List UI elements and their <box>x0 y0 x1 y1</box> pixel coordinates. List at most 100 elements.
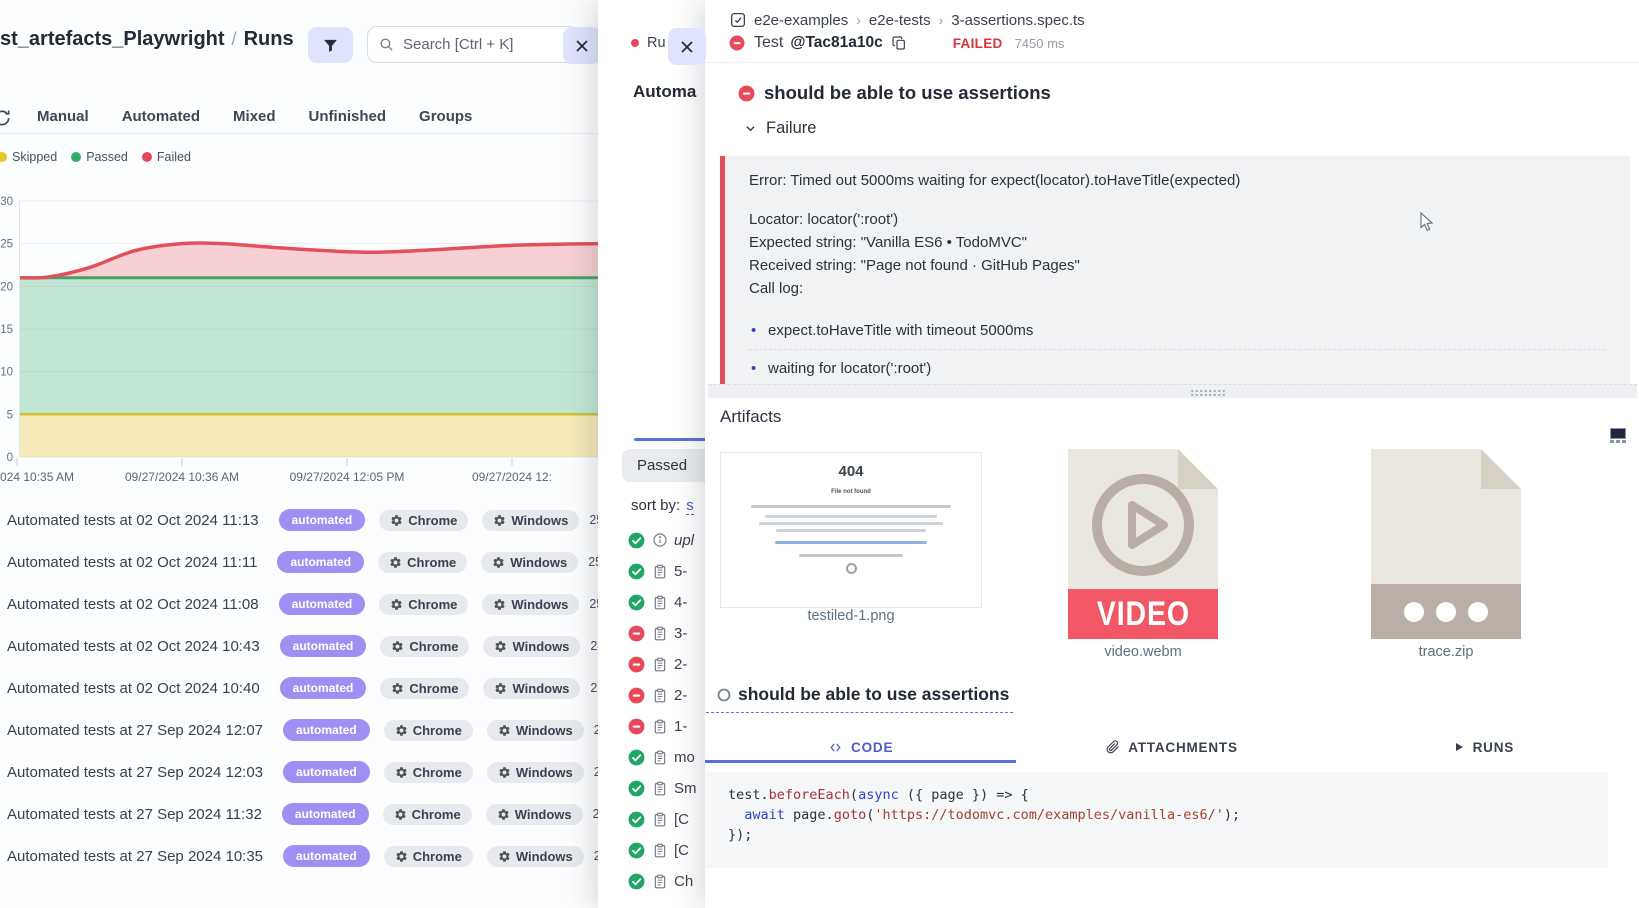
task-check-icon <box>729 11 747 29</box>
run-list-item[interactable]: Automated tests at 27 Sep 2024 12:07 aut… <box>0 713 598 747</box>
clipboard-icon <box>652 811 668 828</box>
clipboard-icon <box>652 625 668 642</box>
clipboard-icon <box>652 873 668 890</box>
breadcrumb-suite[interactable]: e2e-examples <box>754 12 848 29</box>
run-list-item[interactable]: Automated tests at 02 Oct 2024 11:11 aut… <box>0 545 598 579</box>
legend-item-passed[interactable]: Passed <box>71 150 128 164</box>
gallery-view-icon[interactable] <box>1610 428 1626 444</box>
passed-check-icon <box>628 873 645 890</box>
test-file-item[interactable]: 3- <box>628 621 687 645</box>
code-line: test.beforeEach(async ({ page }) => { <box>728 785 1608 805</box>
tab-code[interactable]: CODE <box>705 733 1016 761</box>
failure-section-toggle[interactable]: Failure <box>735 119 816 138</box>
thumb-404-subtitle: File not found <box>721 489 981 495</box>
sort-link[interactable]: s <box>686 497 694 515</box>
failed-minus-icon <box>628 656 645 673</box>
breadcrumb-sep-icon: › <box>939 12 944 28</box>
close-drawer-icon[interactable] <box>563 27 601 64</box>
failure-section-label: Failure <box>766 119 816 138</box>
test-file-item[interactable]: [C <box>628 807 689 831</box>
tab-automated[interactable]: Automated <box>122 108 200 125</box>
run-list-item[interactable]: Automated tests at 27 Sep 2024 12:03 aut… <box>0 755 598 789</box>
test-file-item[interactable]: upl <box>628 528 694 552</box>
env-chip-windows: Windows <box>483 678 580 699</box>
tab-mixed[interactable]: Mixed <box>233 108 276 125</box>
circle-outline-icon <box>717 688 731 702</box>
drag-handle-icon[interactable] <box>1190 389 1226 396</box>
refresh-icon[interactable] <box>0 108 12 133</box>
failed-minus-icon <box>628 718 645 735</box>
run-list-item[interactable]: Automated tests at 02 Oct 2024 11:08 aut… <box>0 587 598 621</box>
env-chip-chrome: Chrome <box>380 636 469 657</box>
file-label: 2- <box>674 656 687 673</box>
run-title: Automated tests at 27 Sep 2024 11:32 <box>7 806 262 823</box>
svg-text:10: 10 <box>0 367 13 379</box>
video-banner: VIDEO <box>1068 589 1218 639</box>
test-file-item[interactable]: 2- <box>628 652 687 676</box>
run-title: Automated tests at 02 Oct 2024 11:13 <box>7 512 259 529</box>
close-test-drawer-icon[interactable] <box>668 28 706 65</box>
env-chip-windows: Windows <box>482 510 579 531</box>
artifact-image-caption[interactable]: testiled-1.png <box>720 608 982 624</box>
test-file-item[interactable]: mo <box>628 745 695 769</box>
run-title: Automated tests at 02 Oct 2024 11:08 <box>7 596 259 613</box>
test-file-item[interactable]: Sm <box>628 776 697 800</box>
run-list-item[interactable]: Automated tests at 27 Sep 2024 11:32 aut… <box>0 797 598 831</box>
gear-icon <box>493 514 506 527</box>
passed-filter-button[interactable]: Passed <box>622 449 718 482</box>
tab-attachments[interactable]: ATTACHMENTS <box>1016 733 1327 761</box>
filter-button[interactable] <box>308 27 353 63</box>
artifact-trace-file[interactable] <box>1371 449 1521 639</box>
run-list-item[interactable]: Automated tests at 27 Sep 2024 10:35 aut… <box>0 839 598 873</box>
svg-text:30: 30 <box>0 196 13 208</box>
artifact-video-caption[interactable]: video.webm <box>1068 644 1218 660</box>
test-file-item[interactable]: [C <box>628 838 689 862</box>
artifact-image-thumbnail[interactable]: 404 File not found <box>720 452 982 608</box>
legend-item-failed[interactable]: Failed <box>142 150 191 164</box>
copy-icon[interactable] <box>891 34 907 52</box>
run-list-item[interactable]: Automated tests at 02 Oct 2024 11:13 aut… <box>0 503 598 537</box>
run-title: Ru <box>647 35 666 51</box>
file-label: Ch <box>674 873 693 890</box>
env-chip-chrome: Chrome <box>384 846 473 867</box>
page-title: Runs <box>244 28 294 50</box>
tab-manual[interactable]: Manual <box>37 108 89 125</box>
test-file-item[interactable]: Ch <box>628 869 693 893</box>
resize-strip[interactable] <box>708 384 1637 398</box>
legend-dot-icon <box>71 152 81 162</box>
linked-test-title[interactable]: should be able to use assertions <box>706 684 1013 713</box>
tab-runs[interactable]: RUNS <box>1328 733 1639 761</box>
test-tag[interactable]: @Tac81a10c <box>790 34 882 52</box>
test-file-item[interactable]: 2- <box>628 683 687 707</box>
env-chip-windows: Windows <box>482 594 579 615</box>
active-tab-underline <box>705 760 1016 763</box>
test-file-item[interactable]: 5- <box>628 559 687 583</box>
legend-item-skipped[interactable]: Skipped <box>0 150 57 164</box>
run-heading: Automa <box>633 82 696 102</box>
run-tests-count: 25 tests <box>589 513 598 527</box>
tab-unfinished[interactable]: Unfinished <box>309 108 387 125</box>
artifact-video-file[interactable]: VIDEO <box>1068 449 1218 639</box>
error-detail-line: Expected string: "Vanilla ES6 • TodoMVC" <box>749 231 1606 254</box>
search-input[interactable] <box>367 26 579 63</box>
run-list-item[interactable]: Automated tests at 02 Oct 2024 10:40 aut… <box>0 671 598 705</box>
test-file-item[interactable]: 4- <box>628 590 687 614</box>
failed-minus-icon <box>628 687 645 704</box>
artifact-trace-caption[interactable]: trace.zip <box>1371 644 1521 660</box>
gear-icon <box>394 808 407 821</box>
clipboard-icon <box>652 749 668 766</box>
tab-groups[interactable]: Groups <box>419 108 472 125</box>
paperclip-icon <box>1106 740 1120 754</box>
error-details: Locator: locator(':root')Expected string… <box>749 208 1606 300</box>
run-list-item[interactable]: Automated tests at 02 Oct 2024 10:43 aut… <box>0 629 598 663</box>
file-label: mo <box>674 749 695 766</box>
code-line: }); <box>728 825 1608 845</box>
call-log-list: expect.toHaveTitle with timeout 5000mswa… <box>749 312 1606 384</box>
app-root: st_artefacts_Playwright/Runs ManualAutom… <box>0 0 1639 908</box>
breadcrumb-folder[interactable]: e2e-tests <box>869 12 931 29</box>
project-name[interactable]: st_artefacts_Playwright <box>0 28 225 50</box>
test-meta-row: Test @Tac81a10c FAILED 7450 ms <box>729 34 1064 52</box>
search-field[interactable] <box>403 36 563 53</box>
breadcrumb-file[interactable]: 3-assertions.spec.ts <box>951 12 1084 29</box>
test-file-item[interactable]: 1- <box>628 714 687 738</box>
